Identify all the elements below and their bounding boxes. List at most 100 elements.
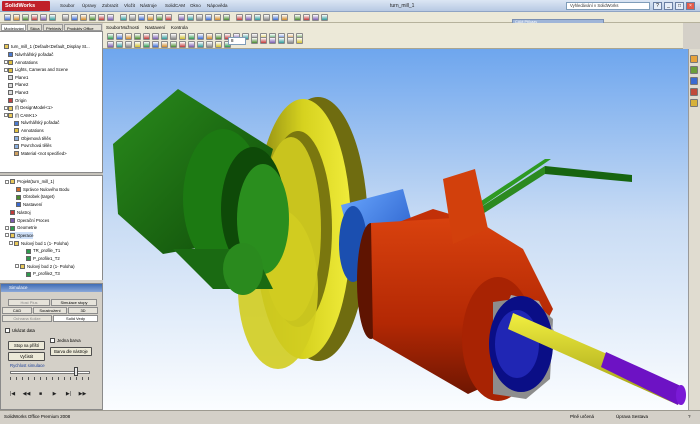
- viewport-tool-icon[interactable]: [152, 33, 159, 40]
- appearance-icon[interactable]: [690, 99, 698, 107]
- toolbar-tool-icon[interactable]: [263, 14, 270, 21]
- viewport-tool-icon[interactable]: [206, 41, 213, 48]
- stop-next-button[interactable]: Stop na příští: [8, 341, 45, 350]
- tree-item[interactable]: (f) CAM<1>: [8, 112, 37, 119]
- tab-host-plus[interactable]: Host Plus: [8, 299, 50, 306]
- tree-item[interactable]: (f) DesignModel<1>: [8, 104, 53, 111]
- toolbar-tool-icon[interactable]: [272, 14, 279, 21]
- toolbar-tool-icon[interactable]: [178, 14, 185, 21]
- viewport-tool-icon[interactable]: [107, 41, 114, 48]
- toolbar-tool-icon[interactable]: [13, 14, 20, 21]
- player-button-2[interactable]: ■: [36, 390, 45, 398]
- viewport-tool-icon[interactable]: [206, 33, 213, 40]
- tab-solid-vedy[interactable]: Solid Vedy: [53, 315, 98, 322]
- tree-item[interactable]: Plane1: [8, 74, 28, 81]
- toolbar-tool-icon[interactable]: [245, 14, 252, 21]
- toolbar-tool-icon[interactable]: [120, 14, 127, 21]
- expand-icon[interactable]: [9, 241, 13, 246]
- show-data-checkbox[interactable]: [5, 328, 10, 333]
- toolbar-tool-icon[interactable]: [254, 14, 261, 21]
- menu-7[interactable]: Nápověda: [207, 2, 228, 10]
- tab-skica[interactable]: Skica: [27, 24, 42, 31]
- toolbar-tool-icon[interactable]: [165, 14, 172, 21]
- player-button-0[interactable]: |◀: [8, 390, 17, 398]
- one-color-checkbox[interactable]: [50, 338, 55, 343]
- viewport-tool-icon[interactable]: [170, 41, 177, 48]
- expand-icon[interactable]: [4, 113, 8, 118]
- viewport-tool-icon[interactable]: [134, 33, 141, 40]
- viewport-tool-icon[interactable]: [107, 33, 114, 40]
- viewport-tool-icon[interactable]: [269, 37, 276, 44]
- toolbar-tool-icon[interactable]: [205, 14, 212, 21]
- toolbar-tool-icon[interactable]: [147, 14, 154, 21]
- viewport-tool-icon[interactable]: [125, 41, 132, 48]
- viewport-menu-1[interactable]: Možnosti: [121, 24, 139, 31]
- menu-1[interactable]: Úpravy: [82, 2, 96, 10]
- viewport-tool-icon[interactable]: [287, 37, 294, 44]
- tree-item[interactable]: Material <not specified>: [14, 150, 67, 157]
- palette-icon[interactable]: [690, 88, 698, 96]
- toolbar-tool-icon[interactable]: [80, 14, 87, 21]
- library-icon[interactable]: [690, 66, 698, 74]
- menu-2[interactable]: Zobrazit: [102, 2, 118, 10]
- viewport-menu-2[interactable]: Nastavení: [145, 24, 165, 31]
- menu-6[interactable]: Okno: [190, 2, 201, 10]
- viewport-tool-icon[interactable]: [134, 41, 141, 48]
- viewport-tool-icon[interactable]: [197, 33, 204, 40]
- tree-item[interactable]: Lights, Cameras and Scene: [8, 66, 68, 73]
- toolbar-tool-icon[interactable]: [281, 14, 288, 21]
- expand-icon[interactable]: [4, 105, 8, 110]
- tree-item[interactable]: Annotations: [14, 127, 44, 134]
- tab-prehledy[interactable]: Přehledy: [43, 24, 63, 31]
- tab-soustruzeni[interactable]: Soustružení: [33, 307, 67, 314]
- viewport-tool-icon[interactable]: [188, 41, 195, 48]
- cam-tree-item[interactable]: Operační Proces: [10, 217, 49, 224]
- cam-tree-item[interactable]: Projekt(turn_mill_1): [10, 178, 54, 185]
- viewport-tool-icon[interactable]: [179, 33, 186, 40]
- viewport-tool-icon[interactable]: [116, 33, 123, 40]
- tab-cad[interactable]: CAD: [2, 307, 32, 314]
- toolbar-tool-icon[interactable]: [321, 14, 328, 21]
- toolbar-tool-icon[interactable]: [4, 14, 11, 21]
- toolbar-tool-icon[interactable]: [156, 14, 163, 21]
- tree-item[interactable]: Annotations: [8, 59, 38, 66]
- toolbar-tool-icon[interactable]: [40, 14, 47, 21]
- toolbar-tool-icon[interactable]: [49, 14, 56, 21]
- viewport-menu-0[interactable]: Soubor: [106, 24, 121, 31]
- player-button-1[interactable]: ◀◀: [22, 390, 31, 398]
- toolbar-tool-icon[interactable]: [129, 14, 136, 21]
- cam-tree-item[interactable]: P_profile2_T3: [26, 270, 60, 277]
- cam-tree-item[interactable]: Operace: [10, 231, 34, 239]
- viewport-tool-icon[interactable]: [161, 33, 168, 40]
- viewport-tool-icon[interactable]: [152, 41, 159, 48]
- maximize-button[interactable]: □: [675, 2, 684, 10]
- viewport-tool-icon[interactable]: [161, 41, 168, 48]
- tab-ochrana-kolize[interactable]: Ochrana Kolize: [2, 315, 52, 322]
- cam-tree-item[interactable]: Nulový bod 1 (1- Poloha): [14, 240, 69, 247]
- tree-root[interactable]: turn_mill_1 (Default<Default_Display St.…: [4, 43, 90, 50]
- status-help[interactable]: ?: [688, 413, 691, 421]
- toolbar-tool-icon[interactable]: [138, 14, 145, 21]
- tab-modelovani[interactable]: Modelování: [1, 24, 26, 31]
- home-icon[interactable]: [690, 55, 698, 63]
- toolbar-tool-icon[interactable]: [98, 14, 105, 21]
- tree-item[interactable]: Origin: [8, 97, 26, 104]
- tab-produkty-office[interactable]: Produkty Office: [64, 24, 102, 31]
- cam-tree-item[interactable]: Geometrie: [10, 224, 37, 231]
- toolbar-tool-icon[interactable]: [187, 14, 194, 21]
- menu-3[interactable]: Vložit: [124, 2, 135, 10]
- expand-icon[interactable]: [5, 179, 9, 184]
- speed-slider-thumb[interactable]: [74, 367, 79, 376]
- viewport-tool-icon[interactable]: [197, 41, 204, 48]
- tree-item[interactable]: Návrhářský pořadač: [14, 119, 59, 126]
- viewport-tool-icon[interactable]: [179, 41, 186, 48]
- tree-item[interactable]: Povrchová tělěs: [14, 142, 52, 149]
- close-button[interactable]: ×: [686, 2, 695, 10]
- search-input[interactable]: Vyhledávání v SolidWorks: [566, 2, 650, 10]
- viewport-tool-icon[interactable]: [251, 37, 258, 44]
- toolbar-tool-icon[interactable]: [89, 14, 96, 21]
- view-dropdown[interactable]: 8: [228, 37, 246, 45]
- help-button[interactable]: ?: [653, 2, 662, 10]
- viewport-tool-icon[interactable]: [125, 33, 132, 40]
- menu-4[interactable]: Nástroje: [140, 2, 157, 10]
